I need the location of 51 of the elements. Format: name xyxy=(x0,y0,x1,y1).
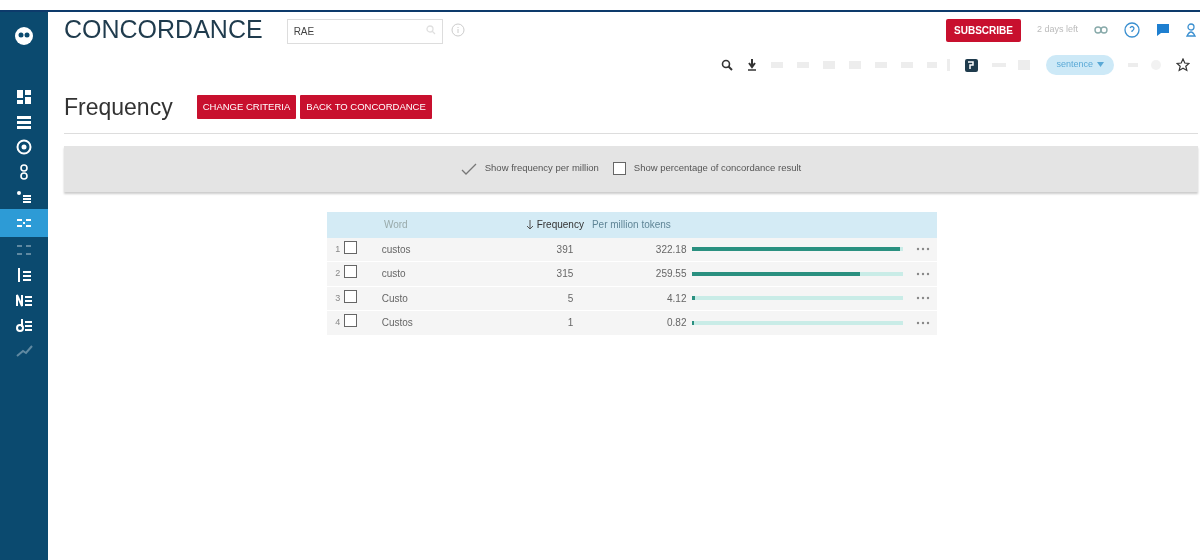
option-label: Show frequency per million xyxy=(484,161,599,176)
checkbox[interactable] xyxy=(460,162,477,175)
table-cell-text: 315 xyxy=(555,267,574,282)
option-label: Show percentage of concordance result xyxy=(633,161,802,176)
table-cell-text: 0.82 xyxy=(666,316,687,331)
row-number: 1 xyxy=(334,242,342,256)
table-cell-text: 4.12 xyxy=(666,291,687,306)
checkbox[interactable] xyxy=(344,289,358,303)
target-icon xyxy=(15,137,33,156)
app-title: CONCORDANCE xyxy=(64,14,263,46)
more-icon[interactable] xyxy=(915,296,930,301)
column-header[interactable]: Per million tokens xyxy=(583,217,937,232)
row-number: 2 xyxy=(334,267,342,280)
more-icon[interactable] xyxy=(915,320,930,325)
row-number: 3 xyxy=(334,291,342,305)
logo-icon[interactable] xyxy=(14,26,34,46)
action-button[interactable]: BACK TO CONCORDANCE xyxy=(300,95,432,120)
sort-list-icon xyxy=(15,265,33,284)
trial-status: 2 days left xyxy=(1036,23,1078,37)
more-icon[interactable] xyxy=(915,247,930,252)
sort-arrow-icon[interactable] xyxy=(525,220,534,231)
table-cell-text: 1 xyxy=(566,316,574,331)
row-number: 4 xyxy=(334,316,342,329)
caret-icon xyxy=(1097,62,1104,68)
subscribe-button[interactable]: SUBSCRIBE xyxy=(946,18,1021,42)
table-cell-text: 259.55 xyxy=(654,267,687,282)
table-cell-text: Custos xyxy=(381,316,414,331)
star-icon[interactable] xyxy=(1176,58,1190,72)
checkbox[interactable] xyxy=(344,314,358,328)
dashboard-icon xyxy=(15,87,33,106)
action-button[interactable]: CHANGE CRITERIA xyxy=(196,95,297,120)
download-icon[interactable] xyxy=(747,59,758,71)
table-cell-text: 391 xyxy=(555,242,574,257)
search-icon[interactable] xyxy=(721,59,734,71)
column-header[interactable]: Frequency xyxy=(462,217,584,232)
page-title: Frequency xyxy=(64,93,173,122)
table-cell-text: 5 xyxy=(566,291,574,306)
search-icon xyxy=(425,24,436,35)
table-cell-text: 322.18 xyxy=(654,242,687,257)
table-cell-text: custo xyxy=(381,267,407,282)
more-icon[interactable] xyxy=(915,271,930,276)
checkbox[interactable] xyxy=(344,265,358,279)
checkbox[interactable] xyxy=(344,240,358,254)
paragraph-icon[interactable] xyxy=(965,58,979,72)
help-icon[interactable] xyxy=(1124,22,1140,38)
table-cell-text: custos xyxy=(381,242,412,257)
chat-icon[interactable] xyxy=(1156,23,1170,37)
table-cell-text: Custo xyxy=(381,291,409,306)
search-field[interactable]: RAE xyxy=(286,18,443,44)
user-icon[interactable] xyxy=(1186,23,1196,37)
checkbox[interactable] xyxy=(612,162,626,175)
